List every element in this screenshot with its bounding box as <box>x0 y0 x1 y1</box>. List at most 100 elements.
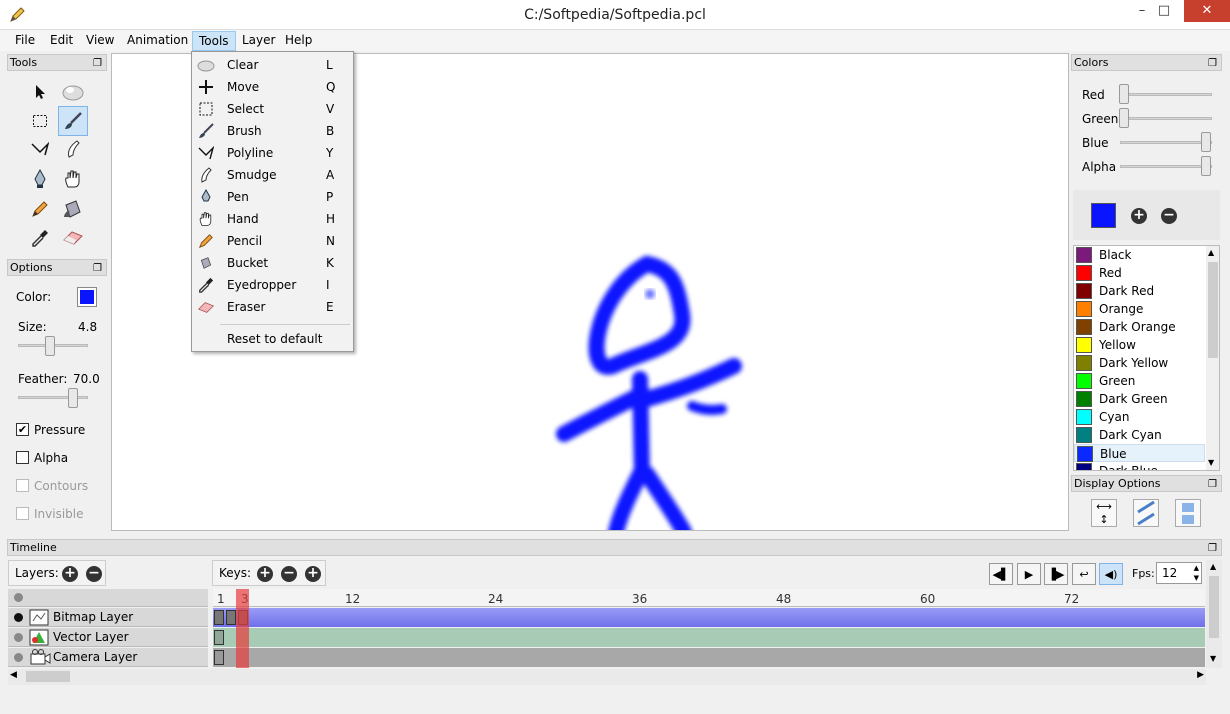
blue-slider-thumb[interactable] <box>1201 132 1211 152</box>
float-panel-icon[interactable]: ❐ <box>1208 477 1217 492</box>
swatch-row-dark-cyan[interactable]: Dark Cyan <box>1074 426 1205 444</box>
tool-smudge[interactable] <box>58 134 88 164</box>
tool-eyedropper[interactable] <box>25 223 55 253</box>
menu-file[interactable]: File <box>9 31 41 51</box>
keyframe[interactable] <box>226 610 236 625</box>
menu-item-polyline[interactable]: Polyline Y <box>192 142 353 164</box>
scroll-up-icon[interactable]: ▲ <box>1208 248 1214 257</box>
alpha-checkbox[interactable] <box>16 451 29 464</box>
keyframe[interactable] <box>214 650 224 665</box>
menu-item-clear[interactable]: Clear L <box>192 54 353 76</box>
close-button[interactable]: ✕ <box>1184 0 1230 22</box>
menu-view[interactable]: View <box>80 31 120 51</box>
menu-item-bucket[interactable]: Bucket K <box>192 252 353 274</box>
scroll-down-icon[interactable]: ▼ <box>1208 458 1214 467</box>
swatch-row-black[interactable]: Black <box>1074 246 1205 264</box>
alpha-slider-track[interactable] <box>1120 165 1212 168</box>
alpha-slider-thumb[interactable] <box>1201 156 1211 176</box>
tool-bucket[interactable] <box>58 194 88 224</box>
flip-horizontal-button[interactable]: ⟷ ↕ <box>1091 499 1117 527</box>
tool-clear[interactable] <box>58 77 88 107</box>
float-panel-icon[interactable]: ❐ <box>1208 56 1217 71</box>
swatch-row-dark-orange[interactable]: Dark Orange <box>1074 318 1205 336</box>
visibility-icon[interactable] <box>14 613 23 622</box>
size-slider-thumb[interactable] <box>45 336 55 356</box>
tool-pencil[interactable] <box>25 194 55 224</box>
layer-row-camera[interactable]: Camera Layer <box>8 648 208 667</box>
menu-item-pen[interactable]: Pen P <box>192 186 353 208</box>
green-slider-thumb[interactable] <box>1119 108 1129 128</box>
menu-item-pencil[interactable]: Pencil N <box>192 230 353 252</box>
menu-item-brush[interactable]: Brush B <box>192 120 353 142</box>
float-panel-icon[interactable]: ❐ <box>93 261 102 276</box>
next-frame-button[interactable]: ▐▶ <box>1044 563 1068 585</box>
menu-item-reset-to-default[interactable]: Reset to default <box>192 328 353 350</box>
fps-spinbox[interactable]: 12 ▲ ▼ <box>1156 562 1202 584</box>
swatch-row-blue[interactable]: Blue <box>1074 444 1205 462</box>
tool-select[interactable] <box>25 106 55 136</box>
red-slider-track[interactable] <box>1120 93 1212 96</box>
green-slider-track[interactable] <box>1120 117 1212 120</box>
current-color-swatch[interactable] <box>1091 203 1116 228</box>
remove-key-button[interactable]: − <box>281 566 297 582</box>
onion-skin-button[interactable] <box>1133 499 1159 527</box>
tool-move[interactable] <box>25 77 55 107</box>
tool-eraser[interactable] <box>58 223 88 253</box>
add-layer-button[interactable]: + <box>62 566 78 582</box>
camera-layer-track[interactable] <box>213 648 1205 667</box>
tool-hand[interactable] <box>58 164 88 194</box>
float-panel-icon[interactable]: ❐ <box>1208 541 1217 556</box>
layer-row-vector[interactable]: Vector Layer <box>8 628 208 647</box>
menu-edit[interactable]: Edit <box>44 31 79 51</box>
sound-button[interactable]: ◀) <box>1099 563 1123 585</box>
float-panel-icon[interactable]: ❐ <box>93 56 102 71</box>
red-slider-thumb[interactable] <box>1119 84 1129 104</box>
playhead[interactable] <box>236 589 249 668</box>
keyframe[interactable] <box>214 610 224 625</box>
menu-item-eyedropper[interactable]: Eyedropper I <box>192 274 353 296</box>
vector-layer-track[interactable] <box>213 628 1205 647</box>
scrollbar-thumb[interactable] <box>26 671 70 682</box>
add-key-button[interactable]: + <box>257 566 273 582</box>
swatch-row-yellow[interactable]: Yellow <box>1074 336 1205 354</box>
menu-help[interactable]: Help <box>279 31 318 51</box>
layer-view-button[interactable] <box>1175 499 1201 527</box>
scroll-up-icon[interactable]: ▲ <box>1210 562 1216 571</box>
menu-layer[interactable]: Layer <box>236 31 281 51</box>
visibility-icon[interactable] <box>14 633 23 642</box>
add-color-button[interactable]: + <box>1131 208 1147 224</box>
prev-frame-button[interactable]: ◀▌ <box>989 563 1013 585</box>
swatch-row-dark-red[interactable]: Dark Red <box>1074 282 1205 300</box>
keyframe[interactable] <box>214 630 224 645</box>
blue-slider-track[interactable] <box>1120 141 1212 144</box>
bitmap-layer-track[interactable] <box>213 608 1205 627</box>
tool-brush[interactable] <box>58 106 88 136</box>
swatch-row-orange[interactable]: Orange <box>1074 300 1205 318</box>
scroll-left-icon[interactable]: ◀ <box>10 670 17 680</box>
frame-ruler[interactable] <box>213 589 1205 607</box>
swatch-row-dark-blue[interactable]: Dark Blue <box>1074 462 1205 470</box>
menu-item-smudge[interactable]: Smudge A <box>192 164 353 186</box>
timeline-vscrollbar[interactable]: ▲ ▼ <box>1206 560 1222 668</box>
duplicate-key-button[interactable]: + <box>305 566 321 582</box>
menu-item-hand[interactable]: Hand H <box>192 208 353 230</box>
swatch-row-green[interactable]: Green <box>1074 372 1205 390</box>
scrollbar-thumb[interactable] <box>1208 262 1218 358</box>
timeline-hscrollbar[interactable]: ◀ ▶ <box>8 669 1206 685</box>
spin-arrows-icon[interactable]: ▲ ▼ <box>1194 563 1199 583</box>
brush-color-button[interactable] <box>77 287 97 307</box>
visibility-icon[interactable] <box>14 653 23 662</box>
scrollbar-thumb[interactable] <box>1209 576 1219 638</box>
swatch-row-cyan[interactable]: Cyan <box>1074 408 1205 426</box>
scroll-right-icon[interactable]: ▶ <box>1197 670 1204 680</box>
menu-item-select[interactable]: Select V <box>192 98 353 120</box>
menu-item-move[interactable]: Move Q <box>192 76 353 98</box>
menu-animation[interactable]: Animation <box>121 31 194 51</box>
swatch-row-dark-yellow[interactable]: Dark Yellow <box>1074 354 1205 372</box>
visibility-all-icon[interactable] <box>14 593 23 602</box>
tool-polyline[interactable] <box>25 134 55 164</box>
remove-color-button[interactable]: − <box>1161 208 1177 224</box>
swatch-row-dark-green[interactable]: Dark Green <box>1074 390 1205 408</box>
play-button[interactable]: ▶ <box>1017 563 1041 585</box>
loop-button[interactable]: ↩ <box>1072 563 1096 585</box>
